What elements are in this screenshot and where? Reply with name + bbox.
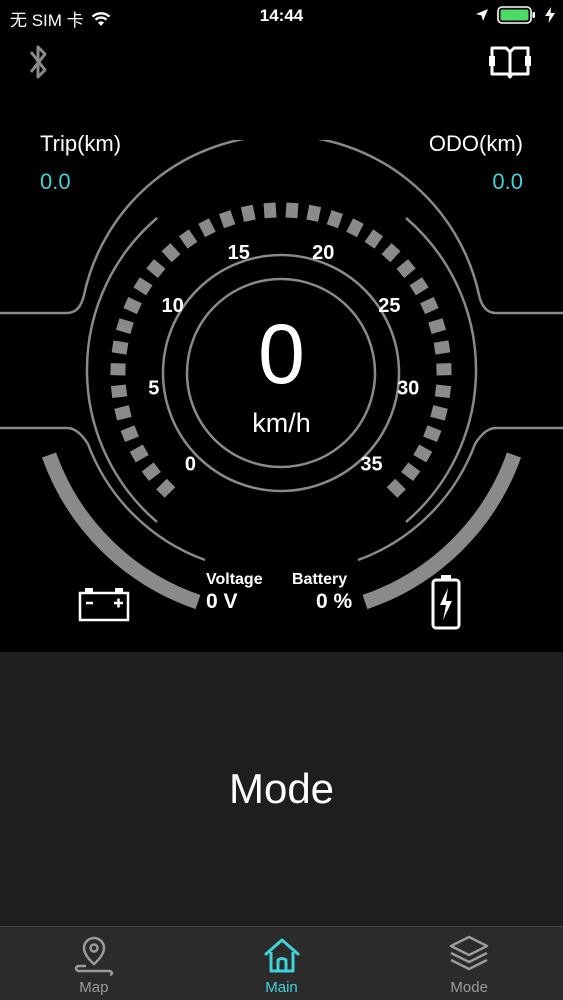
speed-unit: km/h: [252, 408, 311, 438]
gauge-tick: [178, 229, 198, 249]
mode-panel: Mode: [0, 652, 563, 926]
tab-map[interactable]: Map: [0, 927, 188, 1000]
bluetooth-icon[interactable]: [24, 40, 52, 84]
layers-icon: [449, 935, 489, 971]
gauge-tick: [146, 259, 166, 278]
tab-mode-label: Mode: [450, 979, 488, 996]
gauge-tick: [161, 243, 181, 263]
gauge-tick: [129, 444, 149, 463]
gauge-tick-label: 15: [228, 242, 250, 264]
gauge-tick-label: 0: [185, 454, 196, 476]
gauge-tick: [285, 202, 299, 219]
battery-status-icon: [497, 6, 535, 24]
charging-bolt-icon: [545, 7, 555, 23]
status-bar: 无 SIM 卡 14:44: [0, 0, 563, 32]
gauge-tick: [263, 202, 277, 219]
status-right: [475, 5, 555, 25]
manual-book-icon[interactable]: [488, 42, 532, 82]
gauge-tick-label: 35: [360, 454, 382, 476]
gauge-tick: [409, 277, 429, 296]
gauge-tick: [240, 204, 256, 222]
map-pin-icon: [74, 936, 114, 977]
gauge-tick: [346, 218, 364, 238]
tab-map-label: Map: [79, 979, 109, 996]
gauge-tick: [396, 259, 416, 278]
gauge-tick: [386, 478, 406, 498]
voltage-label: Voltage: [206, 571, 263, 588]
location-arrow-icon: [476, 9, 488, 21]
gauge-tick: [413, 444, 433, 463]
gauge-tick-label: 20: [312, 242, 334, 264]
tab-bar: Map Main Mode: [0, 926, 563, 1000]
speed-value: 0: [258, 307, 305, 401]
gauge-voltage-arc: [41, 452, 201, 610]
tab-mode[interactable]: Mode: [375, 927, 563, 1000]
gauge-tick: [401, 462, 421, 482]
gauge-tick: [133, 277, 153, 296]
tab-main[interactable]: Main: [188, 927, 376, 1000]
gauge-tick: [219, 210, 236, 229]
battery-value: 0 %: [316, 590, 353, 613]
car-battery-icon: [78, 588, 130, 622]
gauge-tick: [381, 243, 401, 263]
tab-main-label: Main: [265, 979, 298, 996]
gauge-tick: [326, 210, 343, 229]
voltage-value: 0 V: [206, 590, 238, 613]
gauge-outer-frame: [0, 140, 563, 315]
mode-button[interactable]: Mode: [0, 652, 563, 926]
gauge-tick: [306, 204, 322, 222]
home-icon: [264, 938, 299, 973]
gauge-tick: [364, 229, 384, 249]
gauge-tick: [198, 218, 216, 238]
battery-label: Battery: [292, 571, 348, 588]
battery-charge-icon: [431, 575, 461, 630]
gauge-tick: [156, 478, 176, 498]
gauge-tick: [141, 462, 161, 482]
